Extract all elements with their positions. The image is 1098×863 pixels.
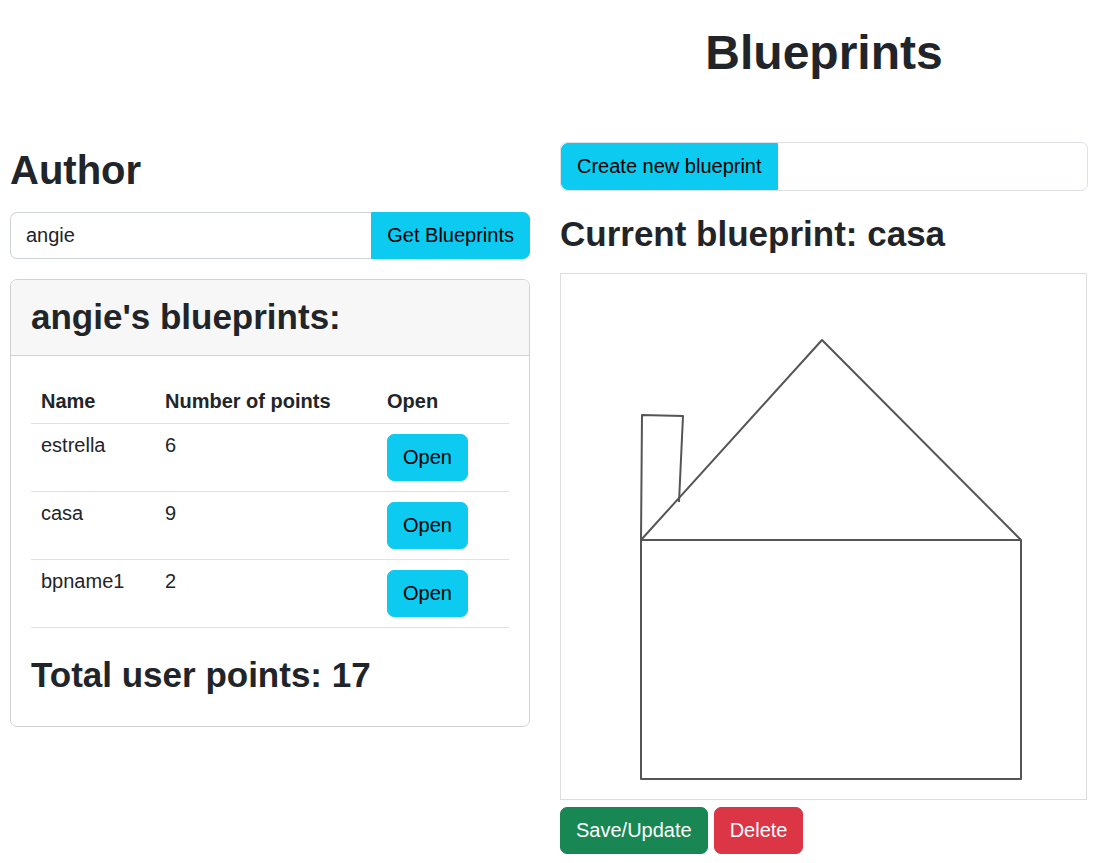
blueprint-drawing <box>561 274 1086 799</box>
editor-buttons: Save/UpdateDelete <box>560 807 1088 854</box>
author-input-group: Get Blueprints <box>10 212 530 259</box>
table-row: estrella6Open <box>31 424 509 492</box>
blueprint-points: 6 <box>155 424 377 492</box>
card-body: NameNumber of pointsOpenestrella6Opencas… <box>11 356 529 726</box>
delete-button[interactable]: Delete <box>714 807 804 854</box>
open-button[interactable]: Open <box>387 570 468 617</box>
blueprint-stroke <box>641 340 1021 779</box>
open-cell: Open <box>377 492 509 560</box>
layout: Blueprints Author Get Blueprints angie's bl… <box>10 0 1088 854</box>
current-blueprint: Current blueprint: casa <box>560 213 1088 255</box>
card-header: angie's blueprints: <box>11 280 529 356</box>
author-heading: Author <box>10 142 530 194</box>
author-column: Author Get Blueprints angie's blueprints: N… <box>10 142 530 854</box>
table-header-row: NameNumber of pointsOpen <box>31 379 509 424</box>
blueprint-canvas[interactable] <box>560 273 1087 800</box>
open-cell: Open <box>377 424 509 492</box>
blueprints-card: angie's blueprints:NameNumber of pointsO… <box>10 279 530 727</box>
blueprints-table: NameNumber of pointsOpenestrella6Opencas… <box>31 379 509 628</box>
total-points: Total user points: 17 <box>31 654 509 696</box>
editor-column: Create new blueprint Current blueprint: c… <box>560 142 1088 854</box>
table-column-header: Open <box>377 379 509 424</box>
table-row: casa9Open <box>31 492 509 560</box>
author-input[interactable] <box>10 212 371 259</box>
create-blueprint-button[interactable]: Create new blueprint <box>561 143 778 190</box>
get-blueprints-button[interactable]: Get Blueprints <box>371 212 530 259</box>
open-button[interactable]: Open <box>387 502 468 549</box>
open-cell: Open <box>377 560 509 628</box>
blueprint-points: 2 <box>155 560 377 628</box>
blueprint-points: 9 <box>155 492 377 560</box>
card-title: angie's blueprints: <box>31 296 509 338</box>
table-row: bpname12Open <box>31 560 509 628</box>
table-column-header: Number of points <box>155 379 377 424</box>
blueprint-name: casa <box>31 492 155 560</box>
blueprint-stroke <box>641 415 683 540</box>
open-button[interactable]: Open <box>387 434 468 481</box>
save-button[interactable]: Save/Update <box>560 807 708 854</box>
table-column-header: Name <box>31 379 155 424</box>
blueprint-name: estrella <box>31 424 155 492</box>
page: Blueprints Author Get Blueprints angie's bl… <box>0 0 1098 854</box>
blueprint-name: bpname1 <box>31 560 155 628</box>
page-title: Blueprints <box>560 0 1088 142</box>
create-bar: Create new blueprint <box>560 142 1088 191</box>
